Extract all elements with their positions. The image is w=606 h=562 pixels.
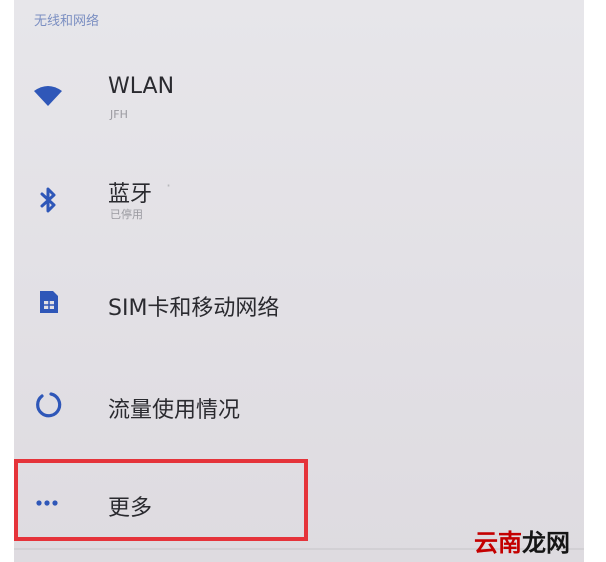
settings-item-title: 流量使用情况 — [108, 398, 241, 423]
watermark-part-1: 云南 — [474, 528, 522, 557]
settings-item-title: WLAN — [108, 74, 175, 99]
watermark-part-2: 龙网 — [522, 528, 570, 557]
settings-item-subtitle: JFH — [110, 108, 128, 121]
watermark-logo: 云南龙网 — [474, 523, 570, 558]
settings-item-suffix: · — [166, 176, 172, 195]
settings-item-wlan[interactable]: WLAN JFH — [14, 58, 584, 138]
settings-item-sim[interactable]: SIM卡和移动网络 — [14, 264, 584, 344]
settings-item-data-usage[interactable]: 流量使用情况 — [14, 366, 584, 446]
wifi-icon — [32, 80, 64, 112]
sim-card-icon — [32, 286, 64, 318]
bluetooth-icon — [32, 184, 64, 216]
highlight-box — [14, 459, 308, 541]
settings-item-subtitle: 已停用 — [110, 208, 143, 221]
settings-item-title: SIM卡和移动网络 — [108, 296, 280, 321]
settings-item-title: 蓝牙 — [108, 182, 153, 207]
settings-screen: 无线和网络 WLAN JFH 蓝牙 · 已停用 SIM卡和移动网络 流量使用情况… — [14, 0, 584, 562]
data-usage-icon — [32, 388, 64, 420]
section-header-wireless: 无线和网络 — [34, 14, 100, 29]
settings-item-bluetooth[interactable]: 蓝牙 · 已停用 — [14, 162, 584, 242]
